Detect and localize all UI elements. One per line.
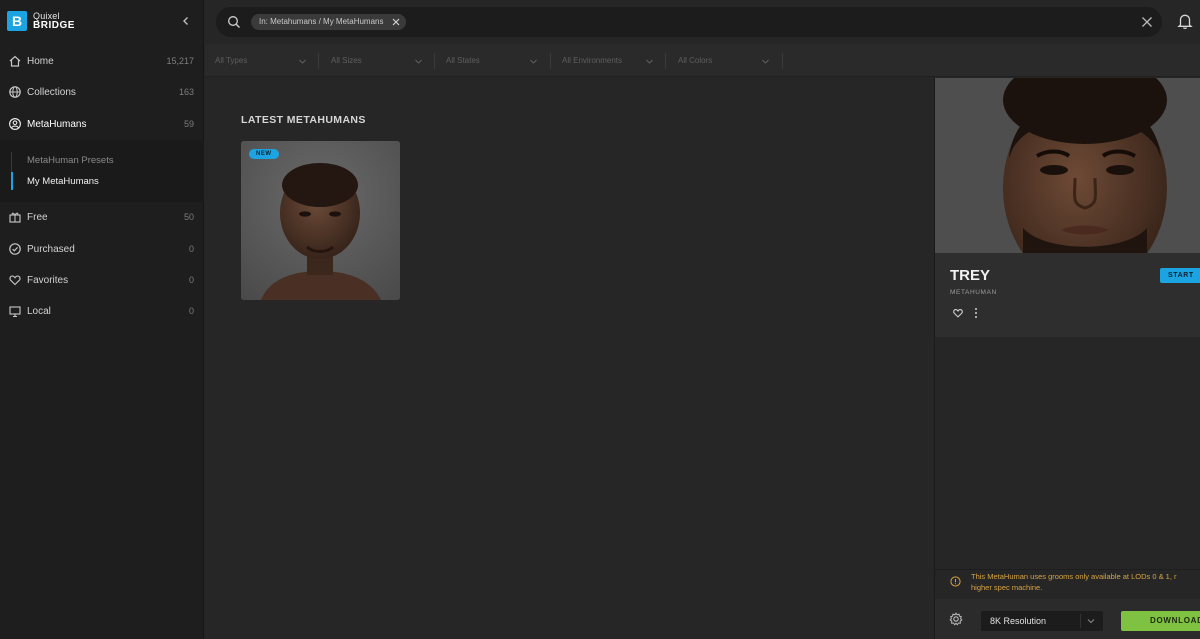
main-content: LATEST METAHUMANS NEW xyxy=(205,78,933,639)
brand-logo[interactable]: B Quixel BRIDGE xyxy=(7,11,75,31)
filter-label: All Environments xyxy=(562,56,623,65)
asset-type-label: METAHUMAN xyxy=(950,289,997,296)
chevron-left-icon xyxy=(183,17,188,25)
sidebar-item-label: Collections xyxy=(27,86,76,98)
groom-warning: This MetaHuman uses grooms only availabl… xyxy=(935,569,1200,599)
filter-divider xyxy=(318,53,319,69)
subnav-item-metahuman-presets[interactable]: MetaHuman Presets xyxy=(27,155,114,166)
detail-panel: TREY METAHUMAN START This MetaHuman uses… xyxy=(934,78,1200,639)
heart-icon[interactable] xyxy=(952,307,964,319)
chevron-down-icon xyxy=(646,59,653,64)
sidebar-item-label: MetaHumans xyxy=(27,118,87,130)
download-bar: 8K Resolution DOWNLOAD xyxy=(935,600,1200,639)
detail-info: TREY METAHUMAN START xyxy=(935,253,1200,337)
user-circle-icon xyxy=(8,117,22,131)
globe-icon xyxy=(9,86,21,98)
sidebar-item-metahumans[interactable]: MetaHumans 59 xyxy=(0,109,204,139)
filter-environments-dropdown[interactable]: All Environments xyxy=(552,52,660,70)
metahuman-card[interactable]: NEW xyxy=(241,141,400,300)
filter-label: All States xyxy=(446,56,480,65)
gift-icon xyxy=(9,212,21,223)
sidebar-item-label: Purchased xyxy=(27,243,75,255)
chevron-down-icon xyxy=(415,59,422,64)
download-button[interactable]: DOWNLOAD xyxy=(1121,611,1200,631)
sidebar-item-purchased[interactable]: Purchased 0 xyxy=(0,234,204,264)
filter-divider xyxy=(550,53,551,69)
close-icon[interactable] xyxy=(392,18,400,26)
filter-label: All Colors xyxy=(678,56,713,65)
search-filter-chip-label: In: Metahumans / My MetaHumans xyxy=(259,17,384,26)
heart-icon xyxy=(9,275,21,286)
detail-body xyxy=(935,337,1200,570)
chevron-down-icon xyxy=(1087,619,1095,624)
chevron-down-icon xyxy=(530,59,537,64)
brand-text: Quixel BRIDGE xyxy=(33,12,75,31)
warning-line: higher spec machine. xyxy=(971,583,1043,592)
select-divider xyxy=(1080,614,1081,628)
metahumans-subnav xyxy=(0,140,204,202)
warning-icon xyxy=(950,576,961,587)
search-icon xyxy=(228,16,240,28)
chevron-down-icon xyxy=(299,59,306,64)
sidebar-item-home[interactable]: Home 15,217 xyxy=(0,46,204,76)
sidebar-item-label: Favorites xyxy=(27,274,69,286)
filter-types-dropdown[interactable]: All Types xyxy=(205,52,313,70)
sidebar-item-count: 15,217 xyxy=(166,56,194,66)
sidebar-item-count: 0 xyxy=(188,244,194,254)
detail-preview-image xyxy=(935,78,1200,253)
metahuman-portrait xyxy=(935,78,1200,253)
sidebar-item-free[interactable]: Free 50 xyxy=(0,202,204,232)
search-filter-chip[interactable]: In: Metahumans / My MetaHumans xyxy=(251,14,406,30)
sidebar-item-collections[interactable]: Collections 163 xyxy=(0,77,204,107)
warning-line: This MetaHuman uses grooms only availabl… xyxy=(971,572,1177,581)
sidebar-item-favorites[interactable]: Favorites 0 xyxy=(0,265,204,295)
subnav-active-indicator xyxy=(11,172,13,190)
metahuman-name: TREY xyxy=(950,267,991,284)
filter-label: All Types xyxy=(215,56,248,65)
start-button[interactable]: START xyxy=(1160,268,1200,283)
filter-divider xyxy=(782,53,783,69)
sidebar-item-local[interactable]: Local 0 xyxy=(0,296,204,326)
collapse-sidebar-button[interactable] xyxy=(178,13,194,29)
section-title: LATEST METAHUMANS xyxy=(241,114,366,126)
warning-text: This MetaHuman uses grooms only availabl… xyxy=(971,571,1200,593)
resolution-value: 8K Resolution xyxy=(990,616,1047,626)
notification-bell-icon[interactable] xyxy=(1176,12,1194,30)
more-options-icon[interactable] xyxy=(972,307,980,319)
filter-colors-dropdown[interactable]: All Colors xyxy=(668,52,776,70)
sidebar-item-count: 0 xyxy=(188,306,194,316)
sidebar-item-label: Home xyxy=(27,55,54,67)
clear-search-icon[interactable] xyxy=(1141,16,1153,28)
sidebar-item-label: Local xyxy=(27,305,51,317)
brand-bottom-text: BRIDGE xyxy=(33,20,75,31)
resolution-select[interactable]: 8K Resolution xyxy=(981,611,1103,631)
monitor-icon xyxy=(9,306,21,318)
filter-states-dropdown[interactable]: All States xyxy=(436,52,544,70)
chevron-down-icon xyxy=(762,59,769,64)
sidebar-item-count: 50 xyxy=(183,212,194,222)
new-badge: NEW xyxy=(249,149,279,159)
filter-row: All Types All Sizes All States All Envir… xyxy=(205,44,1200,77)
filter-divider xyxy=(434,53,435,69)
sidebar-item-count: 0 xyxy=(188,275,194,285)
check-circle-icon xyxy=(9,243,21,255)
filter-sizes-dropdown[interactable]: All Sizes xyxy=(321,52,429,70)
metahuman-thumbnail xyxy=(241,141,400,300)
home-icon xyxy=(9,55,21,67)
subnav-item-my-metahumans[interactable]: My MetaHumans xyxy=(27,176,99,187)
filter-divider xyxy=(665,53,666,69)
search-input[interactable]: In: Metahumans / My MetaHumans xyxy=(216,7,1162,37)
filter-label: All Sizes xyxy=(331,56,362,65)
sidebar-item-label: Free xyxy=(27,211,48,223)
sidebar-item-count: 163 xyxy=(178,87,194,97)
bridge-logo-icon: B xyxy=(7,11,27,31)
top-bar: In: Metahumans / My MetaHumans xyxy=(205,0,1200,44)
gear-icon[interactable] xyxy=(949,612,963,626)
sidebar-item-count: 59 xyxy=(183,119,194,129)
sidebar: B Quixel BRIDGE Home 15,217 Collections … xyxy=(0,0,204,639)
